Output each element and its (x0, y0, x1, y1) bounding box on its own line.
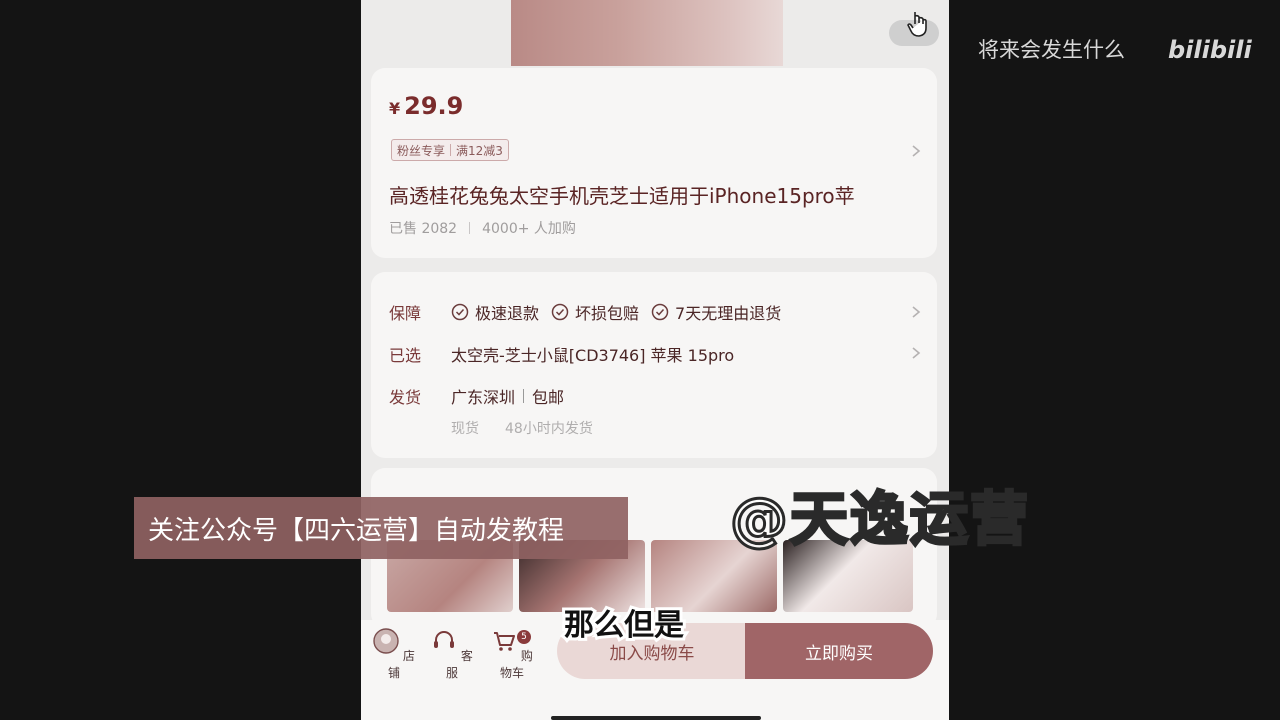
bilibili-logo: bilibili (1168, 36, 1252, 64)
customer-service-button[interactable]: 客服 (427, 628, 477, 681)
selected-label: 已选 (389, 346, 422, 365)
guarantee-item: 坏损包赔 (551, 300, 639, 324)
shop-button[interactable]: 店铺 (369, 628, 419, 681)
video-frame: ¥29.9 粉丝专享 满12减3 高透桂花兔兔太空手机壳芝士适用于iPhone1… (0, 0, 1280, 720)
sold-count: 已售 2082 (389, 221, 458, 237)
headset-icon (434, 631, 455, 648)
guarantee-label: 保障 (389, 304, 422, 323)
selected-row[interactable]: 已选 太空壳-芝士小鼠[CD3746] 苹果 15pro (389, 342, 734, 366)
cart-button[interactable]: 5 购物车 (487, 628, 537, 681)
cart-badge: 5 (517, 630, 531, 644)
chevron-right-icon[interactable] (909, 346, 923, 360)
channel-title: 将来会发生什么 (978, 38, 1125, 62)
chevron-right-icon[interactable] (909, 144, 923, 158)
tag-discount: 满12减3 (456, 143, 503, 158)
check-circle-icon (451, 303, 469, 321)
chevron-right-icon[interactable] (909, 305, 923, 319)
shipping-row: 发货 广东深圳 包邮 (389, 384, 564, 408)
ship-from: 广东深圳 (451, 388, 516, 407)
guarantee-item: 极速退款 (451, 300, 539, 324)
home-indicator (551, 716, 761, 720)
ship-time: 48小时内发货 (505, 421, 593, 437)
stock-status: 现货 (451, 421, 479, 437)
ship-fee: 包邮 (532, 388, 565, 407)
video-subtitle: 那么但是 (561, 605, 687, 646)
cart-icon (494, 632, 516, 651)
author-watermark: @天逸运营 (728, 484, 1031, 555)
guarantee-row[interactable]: 保障 极速退款 坏损包赔 7天无理由退货 (389, 300, 793, 324)
product-title: 高透桂花兔兔太空手机壳芝士适用于iPhone15pro苹 (389, 184, 855, 208)
buy-now-button[interactable]: 立即购买 (745, 623, 933, 679)
check-circle-icon (551, 303, 569, 321)
promo-tag[interactable]: 粉丝专享 满12减3 (391, 139, 509, 161)
ship-label: 发货 (389, 388, 422, 407)
pointer-hand-icon (907, 12, 927, 37)
product-image[interactable] (511, 0, 783, 66)
promo-banner: 关注公众号【四六运营】自动发教程 (134, 497, 628, 559)
sales-info: 已售 2082 4000+ 人加购 (389, 218, 576, 238)
shipping-sub: 现货 48小时内发货 (451, 418, 593, 438)
check-circle-icon (651, 303, 669, 321)
added-count: 4000+ 人加购 (482, 221, 576, 237)
guarantee-item: 7天无理由退货 (651, 300, 781, 324)
svg-text:bilibili: bilibili (1168, 36, 1252, 64)
tag-fans: 粉丝专享 (397, 143, 446, 158)
selected-value: 太空壳-芝士小鼠[CD3746] 苹果 15pro (451, 346, 735, 365)
price: ¥29.9 (389, 92, 464, 120)
shop-avatar-icon (373, 628, 399, 654)
